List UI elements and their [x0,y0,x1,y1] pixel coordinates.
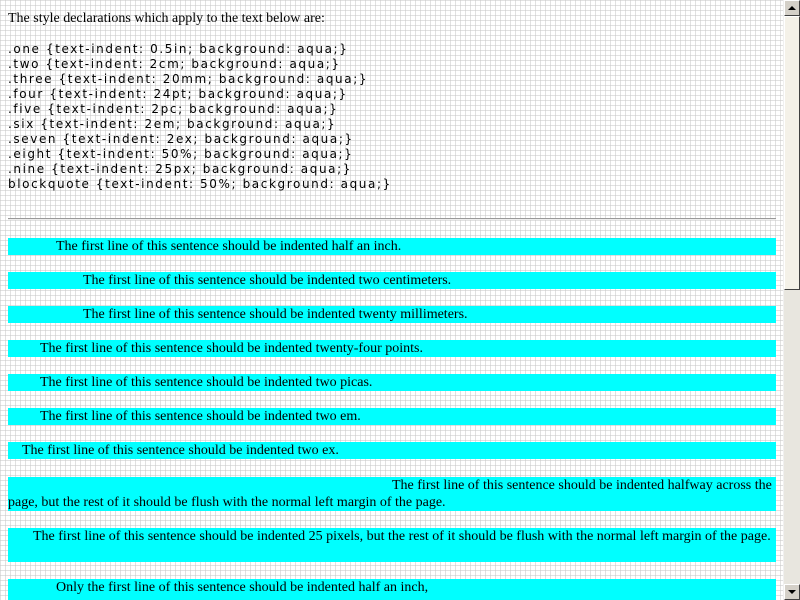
css-line: .nine {text-indent: 25px; background: aq… [8,162,352,176]
test-paragraph-eight: The first line of this sentence should b… [8,477,776,511]
test-paragraph-two: The first line of this sentence should b… [8,272,776,289]
test-paragraph-six: The first line of this sentence should b… [8,408,776,425]
test-paragraph-four: The first line of this sentence should b… [8,340,776,357]
css-line: .seven {text-indent: 2ex; background: aq… [8,132,354,146]
css-line: .four {text-indent: 24pt; background: aq… [8,87,348,101]
css-line: .one {text-indent: 0.5in; background: aq… [8,42,349,56]
test-blockquote: Only the first line of this sentence sho… [8,579,776,600]
scroll-down-button[interactable] [784,584,800,600]
scroll-track[interactable] [784,290,800,584]
css-line: .two {text-indent: 2cm; background: aqua… [8,57,341,71]
arrow-down-icon [788,590,796,594]
arrow-up-icon [788,6,796,10]
css-line: blockquote {text-indent: 50%; background… [8,177,392,191]
css-line: .eight {text-indent: 50%; background: aq… [8,147,354,161]
css-line: .six {text-indent: 2em; background: aqua… [8,117,337,131]
vertical-scrollbar[interactable] [783,0,800,600]
test-paragraph-one: The first line of this sentence should b… [8,238,776,255]
css-line: .five {text-indent: 2pc; background: aqu… [8,102,339,116]
page-content: The style declarations which apply to th… [0,0,783,600]
css-line: .three {text-indent: 20mm; background: a… [8,72,369,86]
test-paragraph-five: The first line of this sentence should b… [8,374,776,391]
scroll-thumb[interactable] [784,16,800,290]
scroll-up-button[interactable] [784,0,800,16]
test-paragraph-nine: The first line of this sentence should b… [8,528,776,562]
test-paragraph-seven: The first line of this sentence should b… [8,442,776,459]
style-declarations: .one {text-indent: 0.5in; background: aq… [8,42,392,192]
test-paragraph-three: The first line of this sentence should b… [8,306,776,323]
horizontal-rule [8,218,776,220]
intro-text: The style declarations which apply to th… [8,11,325,26]
